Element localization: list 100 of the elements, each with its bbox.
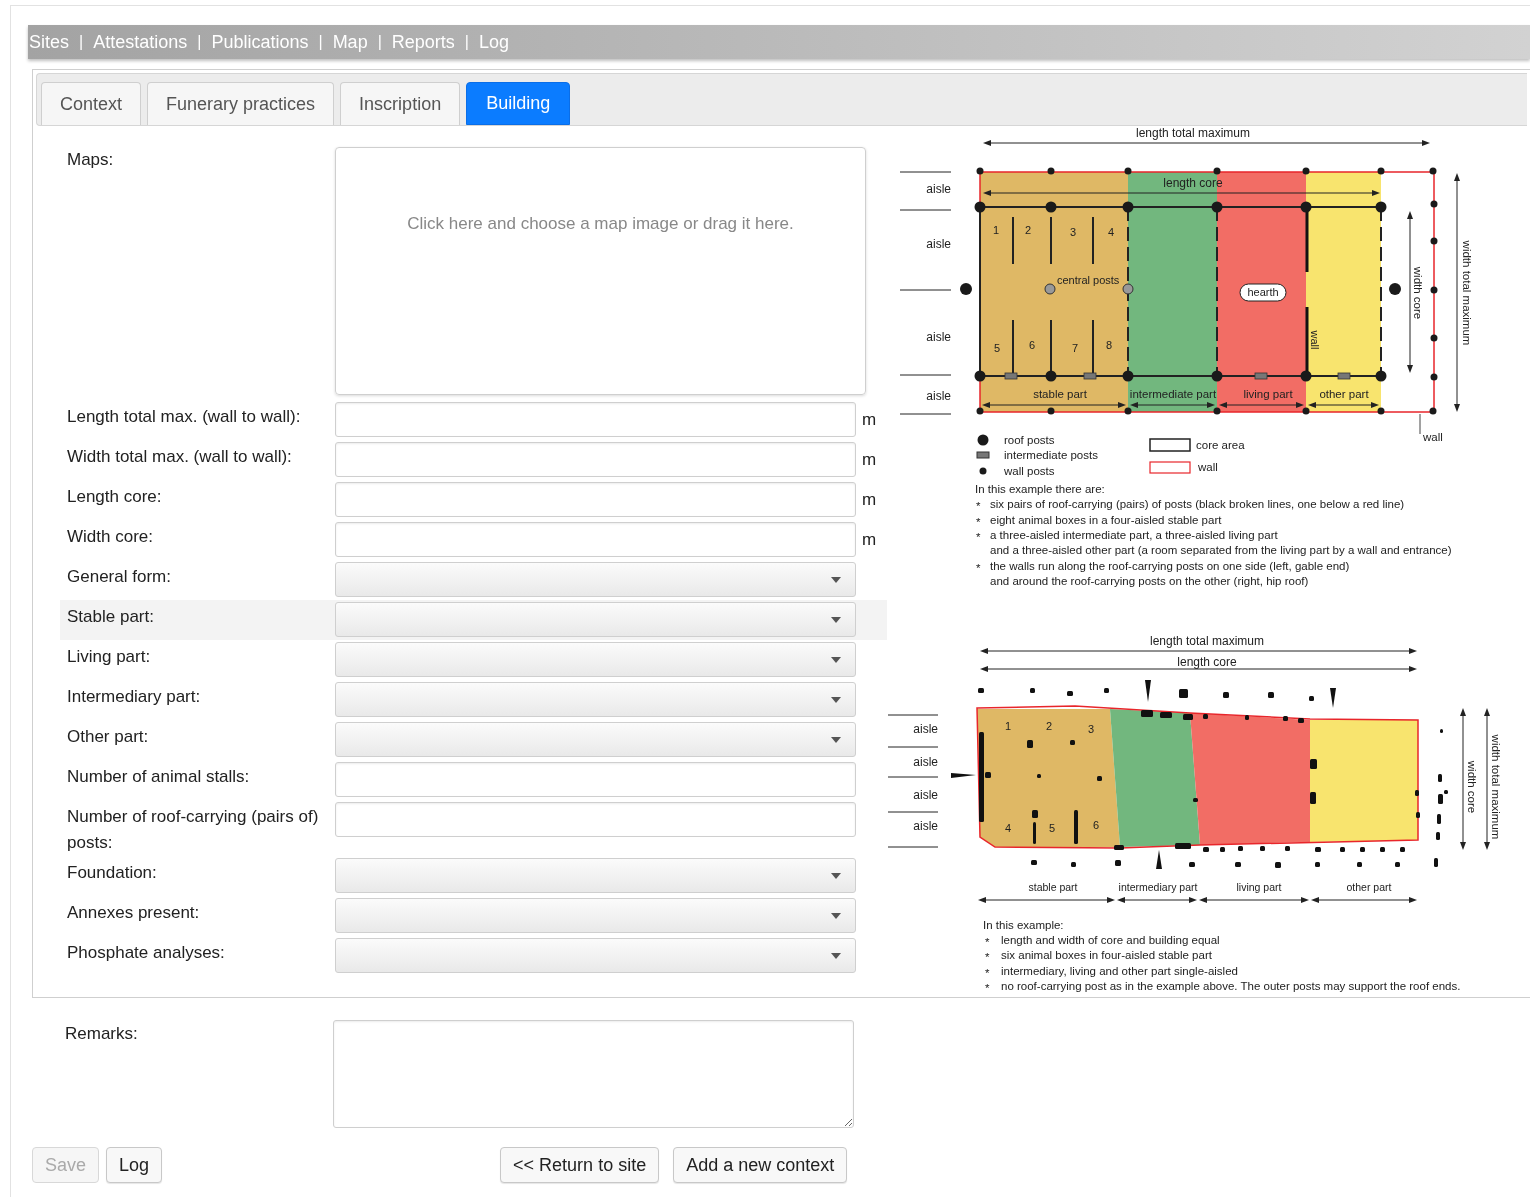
field-label: Number of roof-carrying (pairs of) posts: [67,806,320,854]
text-field[interactable] [335,442,856,477]
tab[interactable]: Context [41,82,142,125]
wall-post-symbol [979,467,987,475]
button[interactable]: << Return to site [500,1147,660,1183]
note-text: a three-aisled intermediate part, a three-aisled living part and a three-aisled other part (a room separated from the living part by a wall and entrance) [990,528,1452,557]
part-label: other part [1346,881,1392,893]
part-label: living part [1236,881,1282,893]
caret-icon [831,912,841,919]
core-area-symbol [1149,438,1191,452]
select-field[interactable] [335,722,856,757]
stall-number: 2 [1045,720,1053,732]
hearth-marker [1239,283,1287,302]
leader-line [1419,413,1421,435]
text-field[interactable] [335,402,856,437]
note-text: six animal boxes in four-aisled stable part [1001,949,1212,962]
caret-icon [831,872,841,879]
select-field[interactable] [335,682,856,717]
field-label: Width total max. (wall to wall): [67,446,293,468]
note-text: eight animal boxes in a four-aisled stable part [990,513,1222,526]
dimension-label: length total maximum [1136,126,1250,140]
field-label: General form: [67,566,172,588]
nav-link[interactable]: Map [332,28,368,56]
part-label: stable part [1033,388,1087,400]
stall-number: 5 [1048,822,1056,834]
legend-label: core area [1196,439,1245,451]
note-text: length and width of core and building equal [1001,934,1220,947]
aisle-label: aisle [926,182,951,196]
unit-label: m [862,489,877,511]
text-field[interactable] [335,802,856,837]
field-label: Phosphate analyses: [67,942,226,964]
dimension-label: width total maximum [1490,734,1502,840]
select-field[interactable] [335,562,856,597]
wall-label: wall [1309,330,1321,350]
caret-icon [831,576,841,583]
aisle-label: aisle [926,330,951,344]
aisle-label: aisle [913,722,938,736]
caret-icon [831,952,841,959]
legend-label: wall posts [1004,465,1055,477]
nav-link[interactable]: Attestations [93,28,188,56]
stall-number: 6 [1092,819,1100,831]
button[interactable]: Add a new context [673,1147,848,1183]
map-drop-area[interactable]: Click here and choose a map image or drag it here. [335,147,866,395]
text-field[interactable] [335,522,856,557]
unit-label: m [862,449,877,471]
field-label: Stable part: [67,606,155,628]
nav-separator: | [318,32,323,52]
nav-link[interactable]: Reports [391,28,455,56]
field-label: Annexes present: [67,902,201,924]
stall-number: 7 [1071,342,1079,354]
caret-icon [831,736,841,743]
select-field[interactable] [335,642,856,677]
nav-separator: | [197,32,202,52]
legend-label: roof posts [1004,434,1055,446]
tab[interactable]: Funerary practices [147,82,335,125]
caret-icon [831,656,841,663]
dimension-label: width total maximum [1461,240,1473,346]
field-label: Width core: [67,526,154,548]
dimension-arrow [1308,402,1379,408]
tab[interactable]: Inscription [340,82,461,125]
field-label: Living part: [67,646,152,668]
note-text: the walls run along the roof-carrying posts on one side (left, gable end) and around the roof-carrying posts on the other (right, hip roof) [990,559,1350,587]
stall-number: 4 [1107,226,1115,238]
part-label: other part [1319,388,1369,400]
tab[interactable]: Building [466,82,571,125]
note-text: no roof-carrying post as in the example above. The outer posts may support the roof ends. [1001,979,1461,992]
notes-heading: In this example there are: [975,483,1105,495]
roof-post-symbol [977,434,989,446]
bullet-marker: * [985,966,990,979]
caret-icon [831,616,841,623]
part-label: stable part [1028,881,1078,893]
field-label: Length core: [67,486,163,508]
select-field[interactable] [335,938,856,973]
nav-separator: | [464,32,469,52]
stall-number: 4 [1004,822,1012,834]
select-field[interactable] [335,858,856,893]
aisle-label: aisle [913,788,938,802]
hearth-label: hearth [1247,286,1279,298]
field-label: Number of animal stalls: [67,766,251,788]
dimension-label: width core [1412,266,1424,320]
wall-label: wall [1423,431,1443,443]
note-text: six pairs of roof-carrying (pairs) of posts (black broken lines, one below a red line) [990,498,1405,511]
nav-link[interactable]: Sites [29,28,70,56]
text-field[interactable] [335,482,856,517]
part-label: living part [1243,388,1293,400]
stall-number: 6 [1028,339,1036,351]
legend-label: wall [1198,461,1218,473]
text-field[interactable] [335,762,856,797]
stall-number: 2 [1024,224,1032,236]
nav-link[interactable]: Publications [211,28,309,56]
button[interactable]: Log [106,1147,163,1183]
note-text: intermediary, living and other part single-aisled [1001,964,1238,977]
nav-link[interactable]: Log [479,28,510,56]
field-label: Maps: [67,149,115,171]
remarks-field[interactable] [333,1020,854,1128]
legend-label: intermediate posts [1004,449,1098,461]
select-field[interactable] [335,602,856,637]
bullet-marker: * [976,530,981,543]
select-field[interactable] [335,898,856,933]
notes-heading: In this example: [983,919,1064,931]
